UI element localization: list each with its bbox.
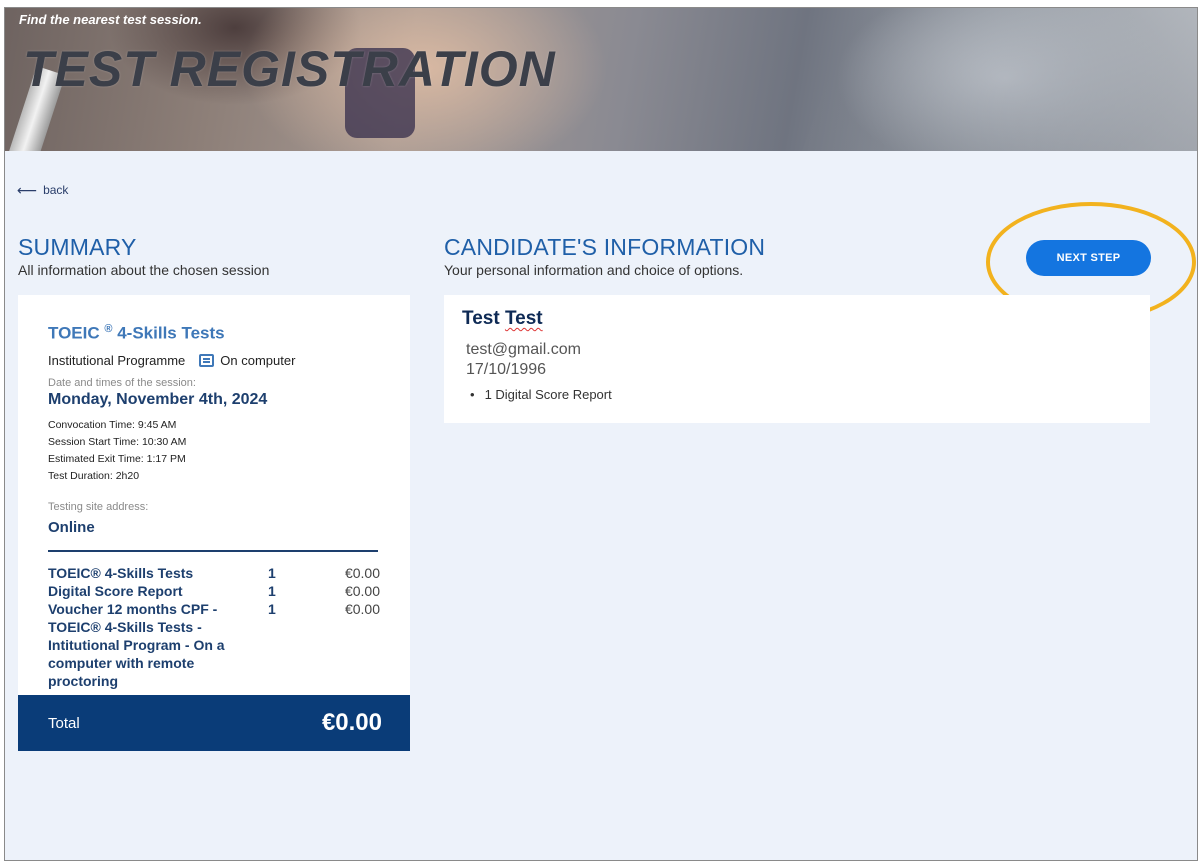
- item-qty: 1: [268, 600, 276, 617]
- candidate-name: Test Test: [462, 308, 543, 330]
- computer-icon: [199, 353, 215, 367]
- candidate-email: test@gmail.com: [466, 341, 581, 358]
- candidate-first-name: Test: [462, 308, 500, 329]
- item-name: Digital Score Report: [48, 582, 183, 599]
- next-step-button[interactable]: NEXT STEP: [1026, 240, 1151, 276]
- program-row: Institutional Programme On computer: [48, 353, 380, 368]
- product-name: TOEIC: [48, 323, 100, 343]
- order-item: Digital Score Report 1 €0.00: [48, 582, 380, 600]
- estimated-exit-time: Estimated Exit Time: 1:17 PM: [48, 452, 186, 465]
- item-qty: 1: [268, 564, 276, 581]
- back-link[interactable]: ⟵ back: [17, 183, 68, 197]
- total-value: €0.00: [321, 709, 382, 736]
- summary-card: TOEIC ® 4-Skills Tests Institutional Pro…: [18, 295, 410, 751]
- session-date: Monday, November 4th, 2024: [48, 390, 268, 408]
- candidate-options: 1 Digital Score Report: [466, 387, 612, 402]
- convocation-time: Convocation Time: 9:45 AM: [48, 418, 177, 431]
- item-name: TOEIC® 4-Skills Tests: [48, 564, 194, 581]
- site-value: Online: [48, 518, 95, 536]
- candidate-card: Test Test test@gmail.com 17/10/1996 1 Di…: [444, 295, 1150, 423]
- total-label: Total: [48, 714, 80, 732]
- back-link-label: back: [43, 183, 69, 197]
- session-start-time: Session Start Time: 10:30 AM: [48, 435, 187, 448]
- test-mode: On computer: [220, 352, 296, 368]
- test-duration: Test Duration: 2h20: [48, 469, 140, 482]
- item-name: Voucher 12 months CPF - TOEIC® 4-Skills …: [48, 600, 225, 689]
- candidate-last-name: Test: [504, 308, 543, 329]
- item-price: €0.00: [344, 564, 380, 581]
- banner-title: TEST REGISTRATION: [23, 41, 556, 97]
- candidate-heading: CANDIDATE'S INFORMATION: [444, 234, 766, 260]
- hero-banner: Find the nearest test session. TEST REGI…: [5, 8, 1197, 151]
- site-label: Testing site address:: [48, 500, 149, 513]
- summary-subheading: All information about the chosen session: [18, 262, 270, 278]
- order-items: TOEIC® 4-Skills Tests 1 €0.00 Digital Sc…: [48, 564, 380, 690]
- product-suffix: 4-Skills Tests: [117, 323, 225, 343]
- product-title: TOEIC ® 4-Skills Tests: [48, 323, 380, 344]
- candidate-subheading: Your personal information and choice of …: [444, 262, 744, 278]
- session-times: Convocation Time: 9:45 AM Session Start …: [48, 417, 380, 485]
- date-label: Date and times of the session:: [48, 376, 196, 389]
- item-price: €0.00: [344, 600, 380, 617]
- option-item: 1 Digital Score Report: [466, 387, 612, 402]
- app-window: Find the nearest test session. TEST REGI…: [4, 7, 1198, 861]
- program-name: Institutional Programme: [48, 352, 186, 368]
- arrow-left-icon: ⟵: [17, 182, 38, 198]
- order-item: TOEIC® 4-Skills Tests 1 €0.00: [48, 564, 380, 582]
- candidate-dob: 17/10/1996: [466, 361, 547, 378]
- banner-subtitle: Find the nearest test session.: [19, 12, 202, 27]
- item-price: €0.00: [344, 582, 380, 599]
- banner-paper-graphic: [788, 8, 1197, 151]
- item-qty: 1: [268, 582, 276, 599]
- registered-mark: ®: [104, 323, 113, 335]
- order-item: Voucher 12 months CPF - TOEIC® 4-Skills …: [48, 600, 380, 690]
- summary-divider: [48, 549, 378, 552]
- summary-heading: SUMMARY: [18, 234, 137, 260]
- total-bar: Total €0.00: [18, 695, 410, 751]
